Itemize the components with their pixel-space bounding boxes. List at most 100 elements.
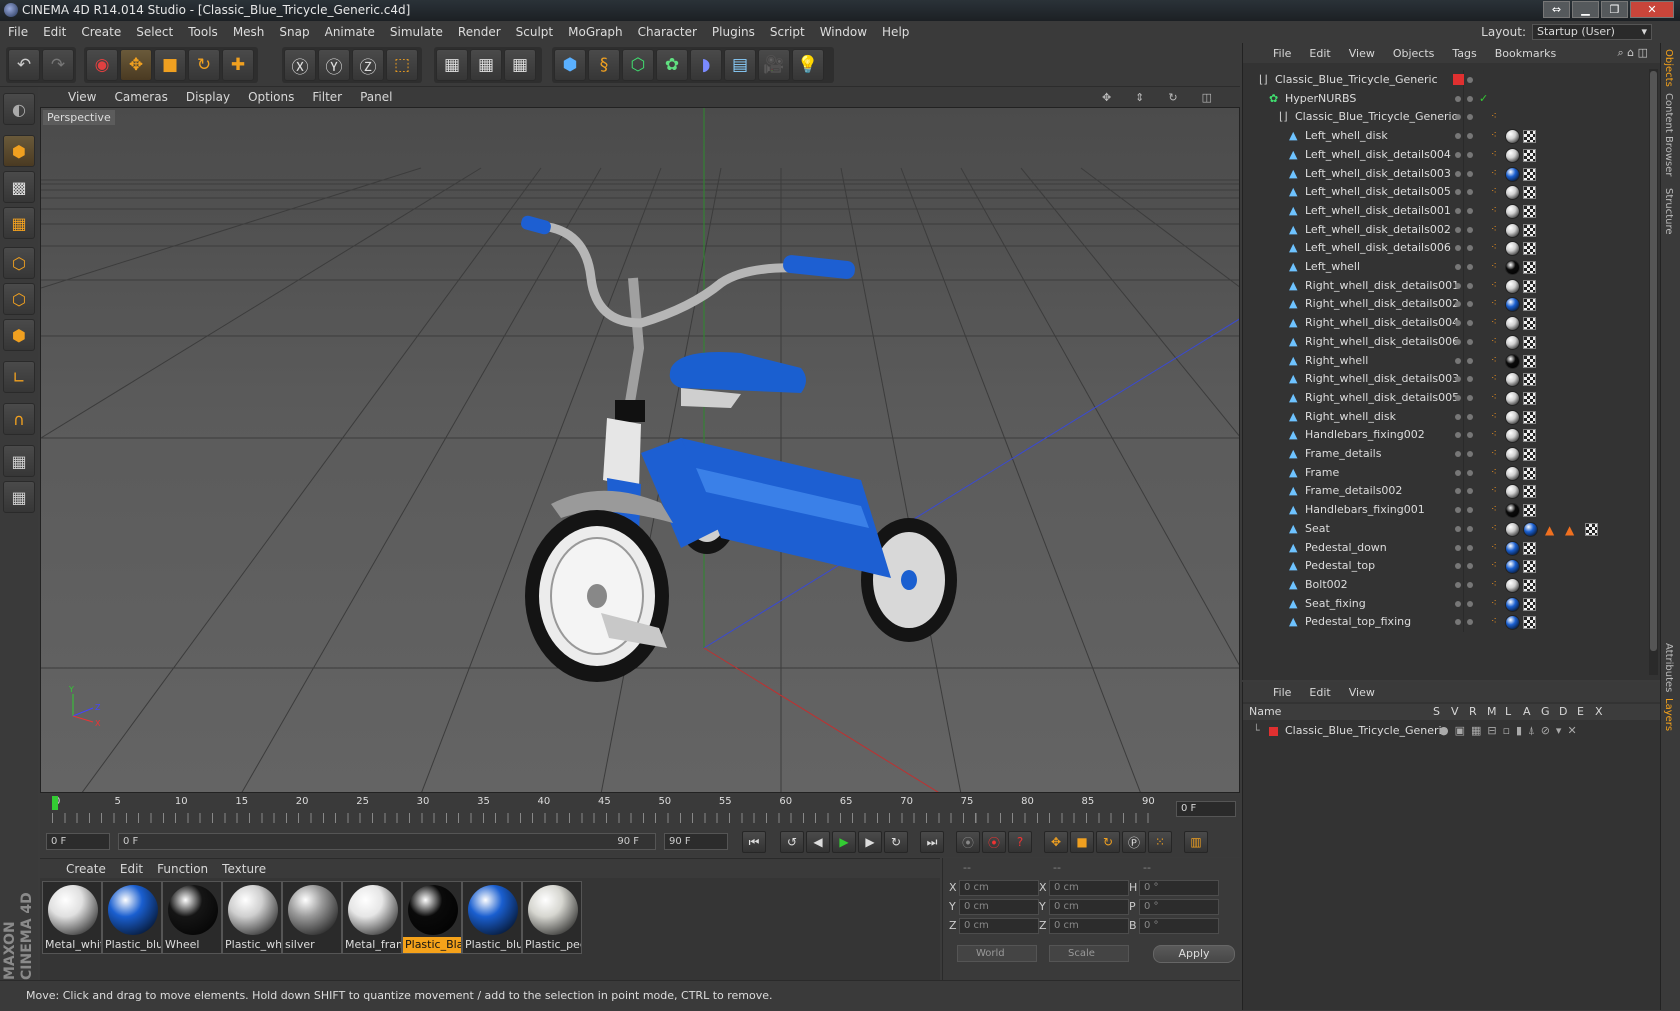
object-row[interactable]: ▲ Right_whell_disk_details001 ⁖ [1243,275,1648,296]
editor-visibility-dot[interactable] [1455,95,1461,102]
render-visibility-dot[interactable] [1467,563,1473,570]
object-row[interactable]: ▲ Right_whell_disk ⁖ [1243,406,1648,427]
enabled-check-icon[interactable]: ✓ [1479,89,1488,109]
minimize-button[interactable]: ▁ [1572,1,1599,18]
viewport-menu-panel[interactable]: Panel [360,90,392,104]
layer-column-header[interactable]: M [1487,704,1497,720]
render-visibility-dot[interactable] [1467,207,1473,214]
render-visibility-dot[interactable] [1467,189,1473,196]
phong-tag-icon[interactable]: ⁖ [1491,149,1497,159]
objects-menu-view[interactable]: View [1349,47,1375,60]
object-row[interactable]: ▲ Frame_details ⁖ [1243,444,1648,464]
editor-visibility-dot[interactable] [1455,338,1461,345]
layer-column-header[interactable]: E [1577,704,1584,720]
uvw-tag-icon[interactable] [1523,466,1536,480]
phong-tag-icon[interactable]: ⁖ [1491,205,1497,215]
phong-tag-icon[interactable]: ⁖ [1491,392,1497,402]
uvw-tag-icon[interactable] [1523,504,1536,518]
layer-column-header[interactable]: X [1595,704,1603,720]
object-row[interactable]: ▲ Handlebars_fixing001 ⁖ [1243,500,1648,521]
material-tag-icon[interactable] [1505,334,1520,350]
editor-visibility-dot[interactable] [1455,619,1461,626]
editor-visibility-dot[interactable] [1455,357,1461,364]
phong-tag-icon[interactable]: ⁖ [1491,411,1497,421]
object-row[interactable]: ▲ Frame_details002 ⁖ [1243,481,1648,502]
redo-icon[interactable]: ↷ [42,49,74,81]
uvw-tag-icon[interactable] [1523,391,1536,405]
phong-tag-icon[interactable]: ⁖ [1491,224,1497,234]
render-visibility-dot[interactable] [1467,451,1473,457]
objects-menu-file[interactable]: File [1273,47,1291,60]
phong-tag-icon[interactable]: ⁖ [1491,598,1497,608]
render-visibility-dot[interactable] [1467,413,1473,420]
previous-frame-icon[interactable]: ◀ [806,831,830,853]
phong-tag-icon[interactable]: ⁖ [1491,542,1497,552]
object-row[interactable]: ▲ Right_whell ⁖ [1243,350,1648,371]
phong-tag-icon[interactable]: ⁖ [1491,505,1497,515]
coordinate-system-icon[interactable]: ⬚ [386,49,418,81]
object-row[interactable]: ▲ Right_whell_disk_details003 ⁖ [1243,369,1648,390]
editor-visibility-dot[interactable] [1455,413,1461,420]
editor-visibility-dot[interactable] [1455,226,1461,233]
render-visibility-dot[interactable] [1467,507,1473,514]
objects-menu-edit[interactable]: Edit [1309,47,1330,60]
maximize-button[interactable]: ❐ [1601,1,1628,18]
material-swatch[interactable]: Metal_fram [342,881,402,954]
object-row[interactable]: ▲ Seat_fixing ⁖ [1243,593,1648,614]
uvw-tag-icon[interactable] [1523,373,1536,387]
material-tag-icon[interactable] [1505,166,1520,182]
editor-visibility-dot[interactable] [1455,469,1461,476]
uvw-tag-icon[interactable] [1523,354,1536,368]
material-swatch[interactable]: Plastic_blu [462,881,522,954]
material-tag-icon[interactable] [1505,577,1520,593]
uvw-tag-icon[interactable] [1523,298,1536,312]
edges-mode-icon[interactable]: ⬡ [3,283,35,315]
menu-edit[interactable]: Edit [43,25,66,39]
material-tag-icon[interactable] [1523,521,1538,537]
rotate-tool-icon[interactable]: ↻ [188,49,220,81]
texture-mode-icon[interactable]: ▩ [3,171,35,203]
phong-tag-icon[interactable]: ⁖ [1491,280,1497,290]
render-settings-icon[interactable]: ▦ [504,49,536,81]
search-icon[interactable]: ⌕ [1617,46,1623,59]
object-tree[interactable]: ⌊⌋ Classic_Blue_Tricycle_Generic ✿ HyperNUR… [1243,70,1648,676]
goto-end-icon[interactable]: ⏭ [920,831,944,853]
layer-column-header[interactable]: L [1505,704,1511,720]
uvw-tag-icon[interactable] [1523,130,1536,144]
material-tag-icon[interactable] [1505,241,1520,257]
render-picture-viewer-icon[interactable]: ▦ [470,49,502,81]
object-row[interactable]: ▲ Bolt002 ⁖ [1243,574,1648,595]
key-position-icon[interactable]: ✥ [1044,831,1068,853]
render-visibility-dot[interactable] [1467,282,1473,289]
viewport-menu-display[interactable]: Display [186,90,230,104]
layer-column-header[interactable]: R [1469,704,1477,720]
material-tag-icon[interactable] [1505,615,1520,631]
layer-color-swatch[interactable] [1269,727,1278,736]
layer-menu-view[interactable]: View [1349,686,1375,699]
phong-tag-icon[interactable]: ⁖ [1491,355,1497,365]
object-row[interactable]: ✿ HyperNURBS ✓ [1243,88,1648,109]
goto-start-icon[interactable]: ⏮ [742,831,766,853]
side-tab-structure[interactable]: Structure [1663,188,1674,235]
switch-view-icon[interactable]: ◫ [1202,91,1212,104]
menu-window[interactable]: Window [820,25,867,39]
editor-visibility-dot[interactable] [1455,151,1461,158]
object-scrollbar[interactable] [1649,69,1658,675]
live-selection-icon[interactable]: ◉ [86,49,118,81]
editor-visibility-dot[interactable] [1455,563,1461,570]
floor-icon[interactable]: ▤ [724,49,756,81]
editor-visibility-dot[interactable] [1455,114,1461,121]
layer-menu-edit[interactable]: Edit [1309,686,1330,699]
render-visibility-dot[interactable] [1467,338,1473,345]
menu-tools[interactable]: Tools [188,25,218,39]
material-menu-texture[interactable]: Texture [222,862,266,876]
render-visibility-dot[interactable] [1467,320,1473,327]
material-tag-icon[interactable] [1505,521,1520,537]
zoom-icon[interactable]: ⇕ [1135,91,1144,104]
phong-tag-icon[interactable]: ⁖ [1491,430,1497,440]
y-axis-icon[interactable]: Ⓨ [318,49,350,81]
uvw-tag-icon[interactable] [1523,204,1536,218]
editor-visibility-dot[interactable] [1455,264,1461,270]
orbit-icon[interactable]: ↻ [1168,91,1177,104]
menu-sculpt[interactable]: Sculpt [516,25,553,39]
